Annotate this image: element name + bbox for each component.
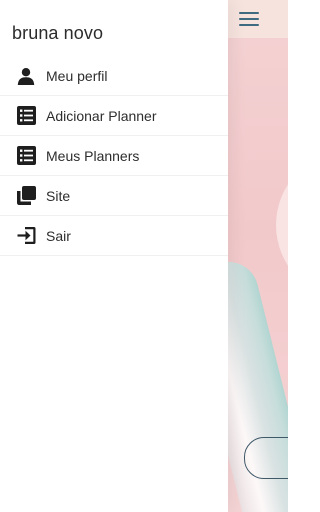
hamburger-icon[interactable] [239, 12, 259, 26]
menu-item-meus-planners[interactable]: Meus Planners [0, 136, 228, 176]
user-icon [15, 65, 37, 87]
list-icon [15, 105, 37, 127]
menu-item-label: Adicionar Planner [46, 107, 157, 124]
menu-item-sair[interactable]: Sair [0, 216, 228, 256]
copy-icon [15, 185, 37, 207]
drawer-menu: Meu perfil Adicionar Planner Meus Planne… [0, 56, 228, 256]
drawer-user-name: bruna novo [12, 23, 104, 43]
menu-item-label: Site [46, 187, 71, 204]
sign-out-icon [15, 225, 37, 247]
list-icon [15, 145, 37, 167]
menu-item-label: Meu perfil [46, 67, 108, 84]
menu-item-site[interactable]: Site [0, 176, 228, 216]
menu-item-label: Meus Planners [46, 147, 140, 164]
menu-item-label: Sair [46, 227, 71, 244]
navigation-drawer: bruna novo Meu perfil Adicionar Planner … [0, 0, 228, 512]
menu-item-meu-perfil[interactable]: Meu perfil [0, 56, 228, 96]
menu-item-adicionar-planner[interactable]: Adicionar Planner [0, 96, 228, 136]
app-outline-button[interactable] [244, 437, 288, 479]
background-circle-decoration [276, 150, 288, 300]
